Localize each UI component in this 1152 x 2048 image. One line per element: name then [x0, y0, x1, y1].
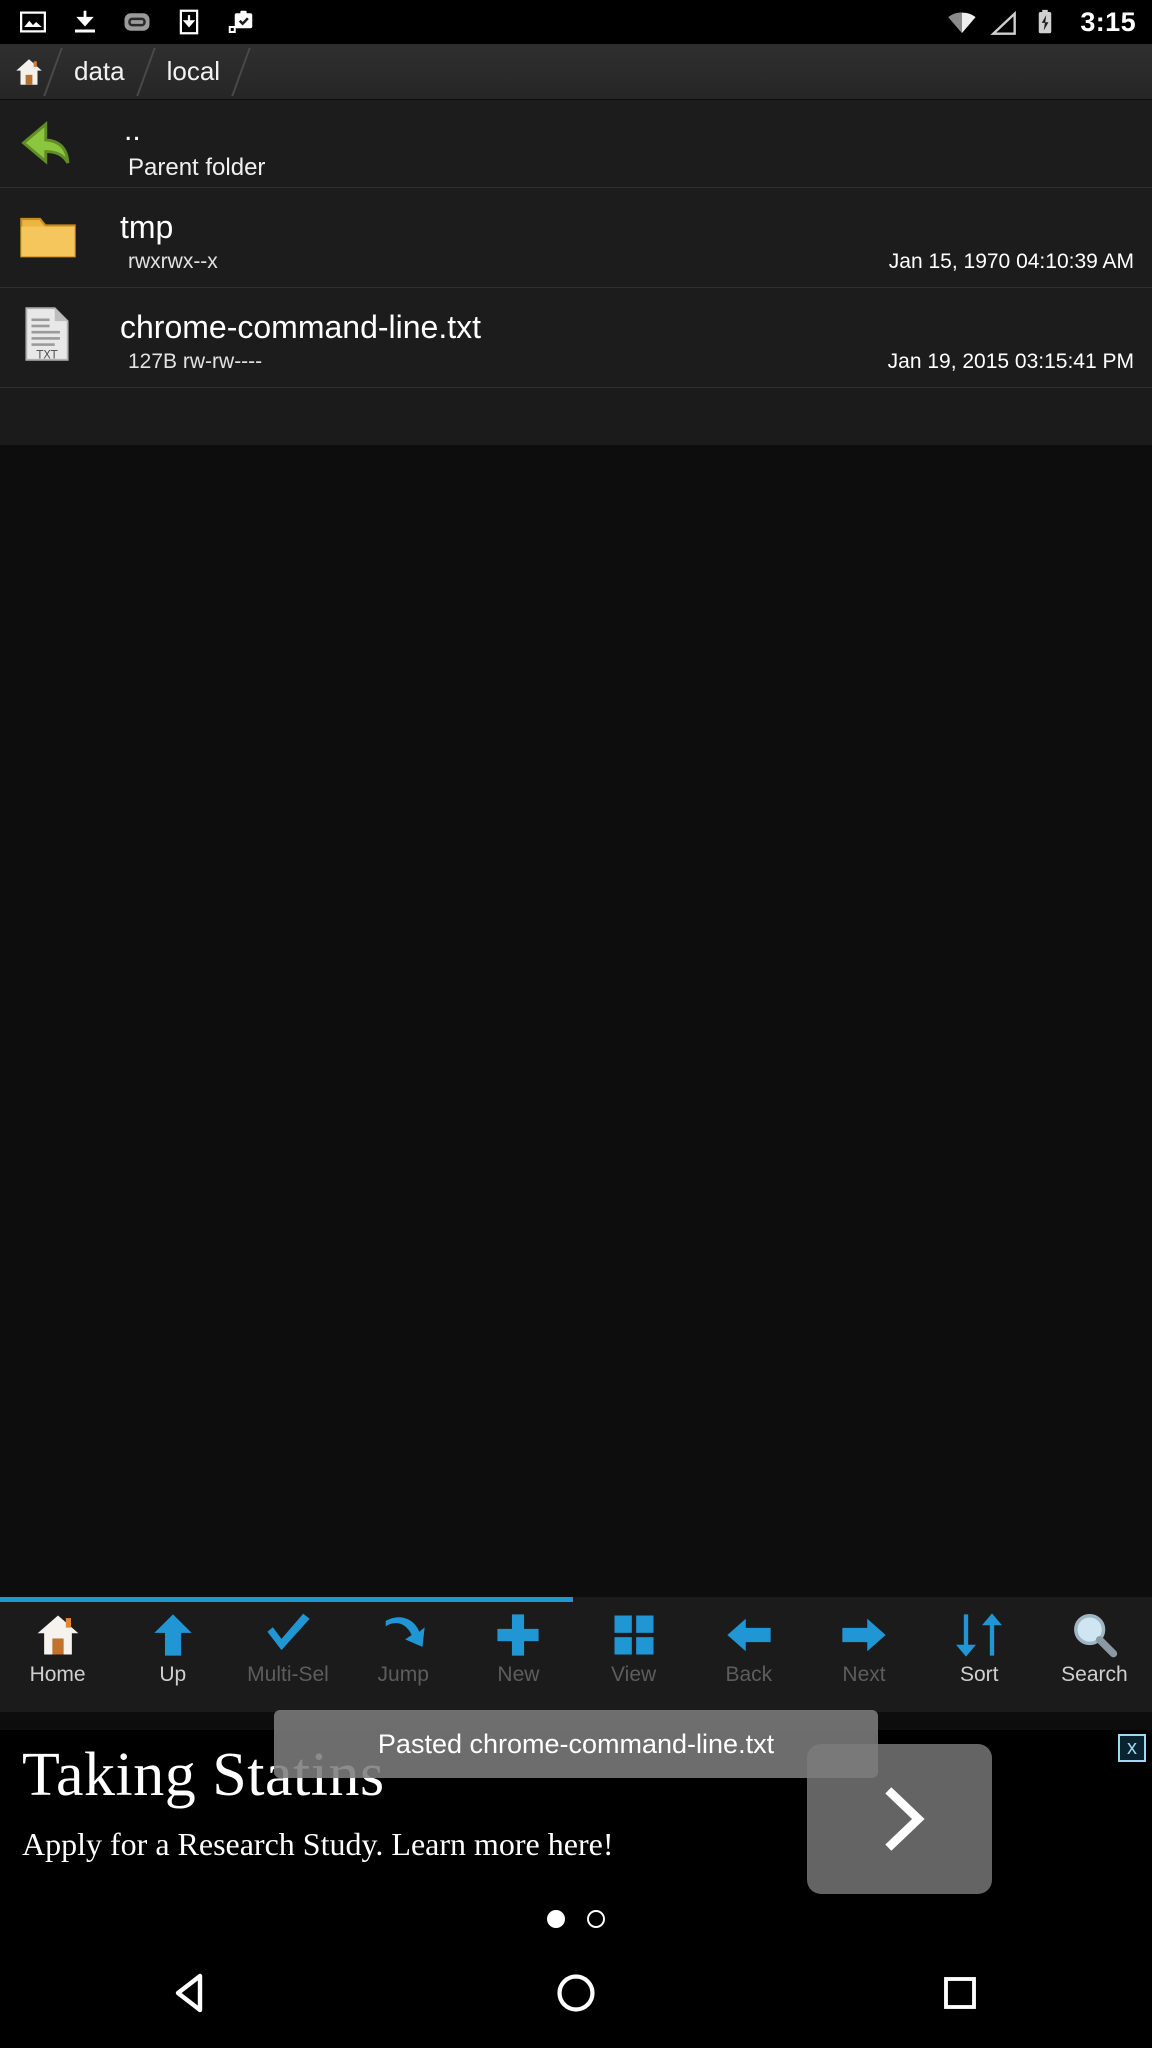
list-item-date: Jan 15, 1970 04:10:39 AM — [888, 250, 1134, 273]
status-bar-notification-icons — [0, 7, 256, 37]
battery-charging-icon — [1030, 7, 1060, 37]
list-item-permissions: rwxrwx--x — [128, 250, 218, 273]
circle-home-icon[interactable] — [546, 1963, 606, 2023]
save-to-device-icon — [174, 7, 204, 37]
arrow-up-icon — [147, 1609, 199, 1661]
pager-dot-active[interactable] — [547, 1910, 565, 1928]
clipboard-check-icon — [226, 7, 256, 37]
folder-icon — [16, 203, 86, 273]
toolbar-label: Next — [842, 1663, 886, 1686]
toolbar-label: Multi-Sel — [247, 1663, 329, 1686]
toolbar-button-jump[interactable]: Jump — [346, 1597, 461, 1687]
app-icon — [122, 7, 152, 37]
toolbar-label: Up — [159, 1663, 187, 1686]
download-icon — [70, 7, 100, 37]
clock: 3:15 — [1080, 6, 1136, 37]
back-arrow-icon — [16, 109, 86, 179]
ad-close-button[interactable]: x — [1118, 1734, 1146, 1762]
status-bar-system-icons: 3:15 — [946, 7, 1152, 38]
toolbar-button-next[interactable]: Next — [806, 1597, 921, 1687]
check-icon — [262, 1609, 314, 1661]
arrow-left-icon — [723, 1609, 775, 1661]
breadcrumb-item-data[interactable]: data — [46, 44, 139, 100]
breadcrumb-label: local — [166, 56, 221, 86]
breadcrumb-item-local[interactable]: local — [139, 44, 234, 100]
toolbar-button-up[interactable]: Up — [115, 1597, 230, 1687]
toolbar-label: Back — [725, 1663, 773, 1686]
list-item-name: .. — [124, 114, 141, 147]
screen: 3:15 data local .. Parent folder tmp rwx… — [0, 0, 1152, 2048]
breadcrumb-label: data — [74, 56, 125, 86]
text-file-icon: TXT — [16, 303, 86, 373]
list-item-size-permissions: 127B rw-rw---- — [128, 350, 263, 373]
toolbar-button-new[interactable]: New — [461, 1597, 576, 1687]
status-bar: 3:15 — [0, 0, 1152, 44]
toolbar-label: New — [497, 1663, 540, 1686]
toolbar-button-sort[interactable]: Sort — [922, 1597, 1037, 1687]
file-list: .. Parent folder tmp rwxrwx--x Jan 15, 1… — [0, 100, 1152, 388]
toolbar-button-view[interactable]: View — [576, 1597, 691, 1687]
list-item-tmp[interactable]: tmp rwxrwx--x Jan 15, 1970 04:10:39 AM — [0, 188, 1152, 288]
toolbar-button-home[interactable]: Home — [0, 1597, 115, 1687]
sort-icon — [953, 1609, 1005, 1661]
chevron-separator-icon — [234, 44, 260, 100]
plus-icon — [492, 1609, 544, 1661]
chevron-separator-icon — [46, 44, 72, 100]
list-item-name: chrome-command-line.txt — [120, 309, 481, 345]
breadcrumb-tail — [234, 44, 276, 100]
jump-arrow-icon — [377, 1609, 429, 1661]
toolbar-label: Jump — [377, 1663, 429, 1686]
system-navigation-bar — [0, 1938, 1152, 2048]
arrow-right-icon — [838, 1609, 890, 1661]
grid-icon — [608, 1609, 660, 1661]
bottom-toolbar: Home Up Multi-Sel Jump New View Back Nex… — [0, 1597, 1152, 1712]
image-icon — [18, 7, 48, 37]
toolbar-button-search[interactable]: Search — [1037, 1597, 1152, 1687]
square-recents-icon[interactable] — [930, 1963, 990, 2023]
toolbar-button-back[interactable]: Back — [691, 1597, 806, 1687]
search-icon — [1068, 1609, 1120, 1661]
pager-dot[interactable] — [587, 1910, 605, 1928]
toolbar-label: Home — [29, 1663, 86, 1686]
toast-message: Pasted chrome-command-line.txt — [274, 1710, 878, 1778]
ad-subtext: Apply for a Research Study. Learn more h… — [22, 1826, 614, 1862]
list-item-detail: Parent folder — [128, 154, 266, 181]
toolbar-label: View — [611, 1663, 657, 1686]
home-icon — [32, 1609, 84, 1661]
toast-text: Pasted chrome-command-line.txt — [377, 1728, 775, 1759]
cell-signal-icon — [988, 7, 1018, 37]
list-item-chrome-command-line-txt[interactable]: TXT chrome-command-line.txt 127B rw-rw--… — [0, 288, 1152, 388]
home-icon[interactable] — [12, 55, 46, 89]
list-item-date: Jan 19, 2015 03:15:41 PM — [887, 350, 1134, 373]
toolbar-label: Sort — [959, 1663, 999, 1686]
toolbar-accent-bar — [0, 1597, 573, 1602]
chevron-separator-icon — [139, 44, 165, 100]
toolbar-label: Search — [1061, 1663, 1128, 1686]
list-item-name: tmp — [120, 209, 174, 245]
breadcrumb[interactable]: data local — [0, 44, 1152, 100]
list-item-parent-folder[interactable]: .. Parent folder — [0, 100, 1152, 188]
wifi-icon — [946, 7, 976, 37]
ad-pager — [0, 1910, 1152, 1928]
toolbar-button-multi-sel[interactable]: Multi-Sel — [230, 1597, 345, 1687]
triangle-back-icon[interactable] — [162, 1963, 222, 2023]
svg-text:TXT: TXT — [36, 348, 58, 361]
